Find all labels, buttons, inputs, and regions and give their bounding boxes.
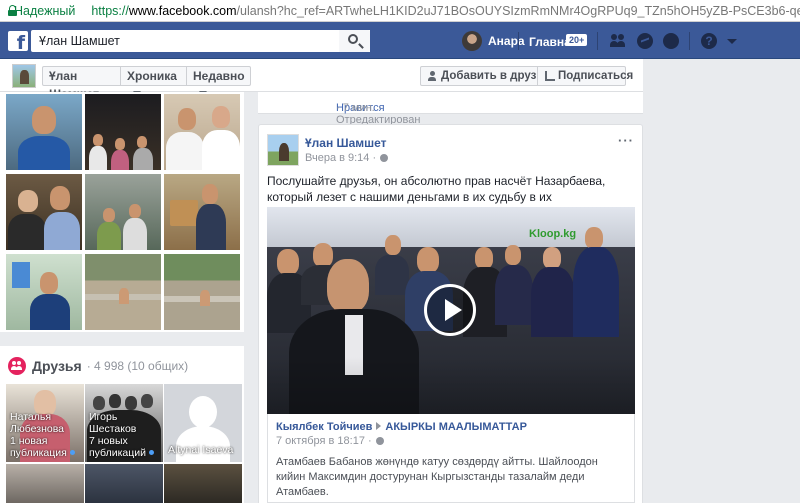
friend-tile[interactable]: Altynai Isaeva xyxy=(164,384,242,462)
friend-tile-label: Наталья Любезнова 1 новая публикация xyxy=(10,411,84,459)
follow-label: Подписаться xyxy=(558,70,634,82)
follow-button[interactable]: Подписаться xyxy=(537,66,633,86)
shared-source: Кыялбек Тойчиев АКЫРКЫ МААЛЫМАТТАР xyxy=(276,421,527,433)
avatar xyxy=(462,31,482,51)
photo-thumbnail[interactable] xyxy=(6,174,82,250)
friend-tile[interactable]: Наталья Любезнова 1 новая публикация xyxy=(6,384,84,462)
video-player[interactable]: Kloop.kg xyxy=(267,207,635,414)
photo-thumbnail[interactable] xyxy=(85,174,161,250)
add-friend-label: Добавить в друзья xyxy=(441,70,551,82)
photo-thumbnail[interactable] xyxy=(164,254,240,330)
post-author-link[interactable]: Ұлан Шамшет xyxy=(305,136,387,150)
nav-user-name: Анара xyxy=(488,34,525,48)
friend-tile[interactable] xyxy=(85,464,163,503)
globe-icon xyxy=(375,437,384,445)
nav-divider xyxy=(518,32,519,50)
friend-name: Игорь Шестаков xyxy=(89,411,137,435)
photo-thumbnail[interactable] xyxy=(85,254,161,330)
shared-page-link[interactable]: АКЫРКЫ МААЛЫМАТТАР xyxy=(385,421,527,433)
secure-label: Надежный xyxy=(14,3,76,18)
search-input[interactable] xyxy=(31,30,370,52)
post-author-avatar[interactable] xyxy=(267,134,299,166)
recent-label: Недавно xyxy=(193,69,245,83)
nav-profile-link[interactable]: Анара xyxy=(462,31,525,51)
new-activity-dot xyxy=(69,450,75,455)
friends-title: Друзья xyxy=(32,358,82,374)
shared-timestamp[interactable]: 7 октября в 18:17 · xyxy=(276,435,384,447)
recent-dropdown[interactable]: Недавно xyxy=(186,66,251,96)
timeline-dropdown[interactable]: Хроника xyxy=(120,66,187,96)
friend-name: Altynai Isaeva xyxy=(168,444,234,456)
friends-header[interactable]: Друзья · 4 998 (10 общих) xyxy=(8,357,188,375)
messenger-icon[interactable] xyxy=(637,33,653,49)
photo-thumbnail[interactable] xyxy=(6,94,82,170)
post-timestamp[interactable]: Вчера в 9:14 · xyxy=(305,152,389,164)
photo-thumbnail[interactable] xyxy=(6,254,82,330)
shared-post-attribution: Кыялбек Тойчиев АКЫРКЫ МААЛЫМАТТАР 7 октя… xyxy=(267,414,635,503)
url-scheme: https:// xyxy=(91,3,129,18)
profile-name-button[interactable]: Ұлан Шамшет xyxy=(42,66,121,101)
photo-thumbnail[interactable] xyxy=(164,174,240,250)
nav-divider xyxy=(689,32,690,50)
friend-name: Наталья Любезнова xyxy=(10,411,65,435)
friend-requests-icon[interactable] xyxy=(610,33,626,49)
add-friend-button[interactable]: Добавить в друзья xyxy=(420,66,550,86)
url-domain: www.facebook.com xyxy=(128,3,237,18)
video-shade xyxy=(267,357,635,414)
nav-divider xyxy=(597,32,598,50)
post-time-text: Вчера в 9:14 · xyxy=(305,152,377,164)
photo-thumbnail[interactable] xyxy=(85,94,161,170)
arrow-right-icon xyxy=(376,422,382,430)
previous-post-footer: Нравится · 7 мин. · Отредактирован xyxy=(258,92,643,126)
notifications-globe-icon[interactable] xyxy=(663,33,679,49)
shared-description: Атамбаев Бабанов жөнүндө катуу сөздөрдү … xyxy=(276,456,598,498)
facebook-top-bar: f Анара Главная 20+ ? xyxy=(0,22,800,59)
friend-activity: 1 новая публикация xyxy=(10,435,67,459)
help-icon[interactable]: ? xyxy=(701,33,717,49)
friends-icon xyxy=(8,357,26,375)
shared-author-link[interactable]: Кыялбек Тойчиев xyxy=(276,421,372,433)
friend-tile-label: Игорь Шестаков 7 новых публикаций xyxy=(89,411,163,459)
add-friend-icon xyxy=(428,71,437,81)
search-button[interactable] xyxy=(339,30,370,52)
notification-badge: 20+ xyxy=(566,34,588,46)
search-icon xyxy=(348,34,358,44)
photo-thumbnail[interactable] xyxy=(164,94,240,170)
profile-thumbnail[interactable] xyxy=(12,64,36,88)
globe-icon xyxy=(380,154,389,162)
shared-time-text: 7 октября в 18:17 · xyxy=(276,435,372,447)
facebook-logo-icon[interactable]: f xyxy=(8,31,28,51)
new-activity-dot xyxy=(149,450,154,455)
friend-activity: 7 новых публикаций xyxy=(89,435,146,459)
video-background xyxy=(267,207,635,247)
friends-panel: Друзья · 4 998 (10 общих) Наталья Любезн… xyxy=(0,346,244,503)
previous-post-meta-text: · 7 мин. · Отредактирован xyxy=(336,102,421,126)
friend-tile[interactable] xyxy=(6,464,84,503)
url-path: /ulansh?hc_ref=ARTwheLH1KID2uJ71BOsOUYSI… xyxy=(236,3,800,18)
account-menu-caret-icon[interactable] xyxy=(727,39,737,44)
video-watermark: Kloop.kg xyxy=(529,228,577,240)
play-icon[interactable] xyxy=(424,284,476,336)
post-options-button[interactable]: ··· xyxy=(618,133,634,148)
follow-icon xyxy=(545,71,555,81)
timeline-label: Хроника xyxy=(127,69,177,83)
browser-address-bar[interactable]: Надежный https://www.facebook.com/ulansh… xyxy=(0,0,800,22)
friend-tile[interactable] xyxy=(164,464,242,503)
right-column-empty xyxy=(643,59,800,503)
friends-count: · 4 998 (10 общих) xyxy=(86,359,189,373)
photos-grid xyxy=(0,92,244,332)
friend-tile[interactable]: Игорь Шестаков 7 новых публикаций xyxy=(85,384,163,462)
